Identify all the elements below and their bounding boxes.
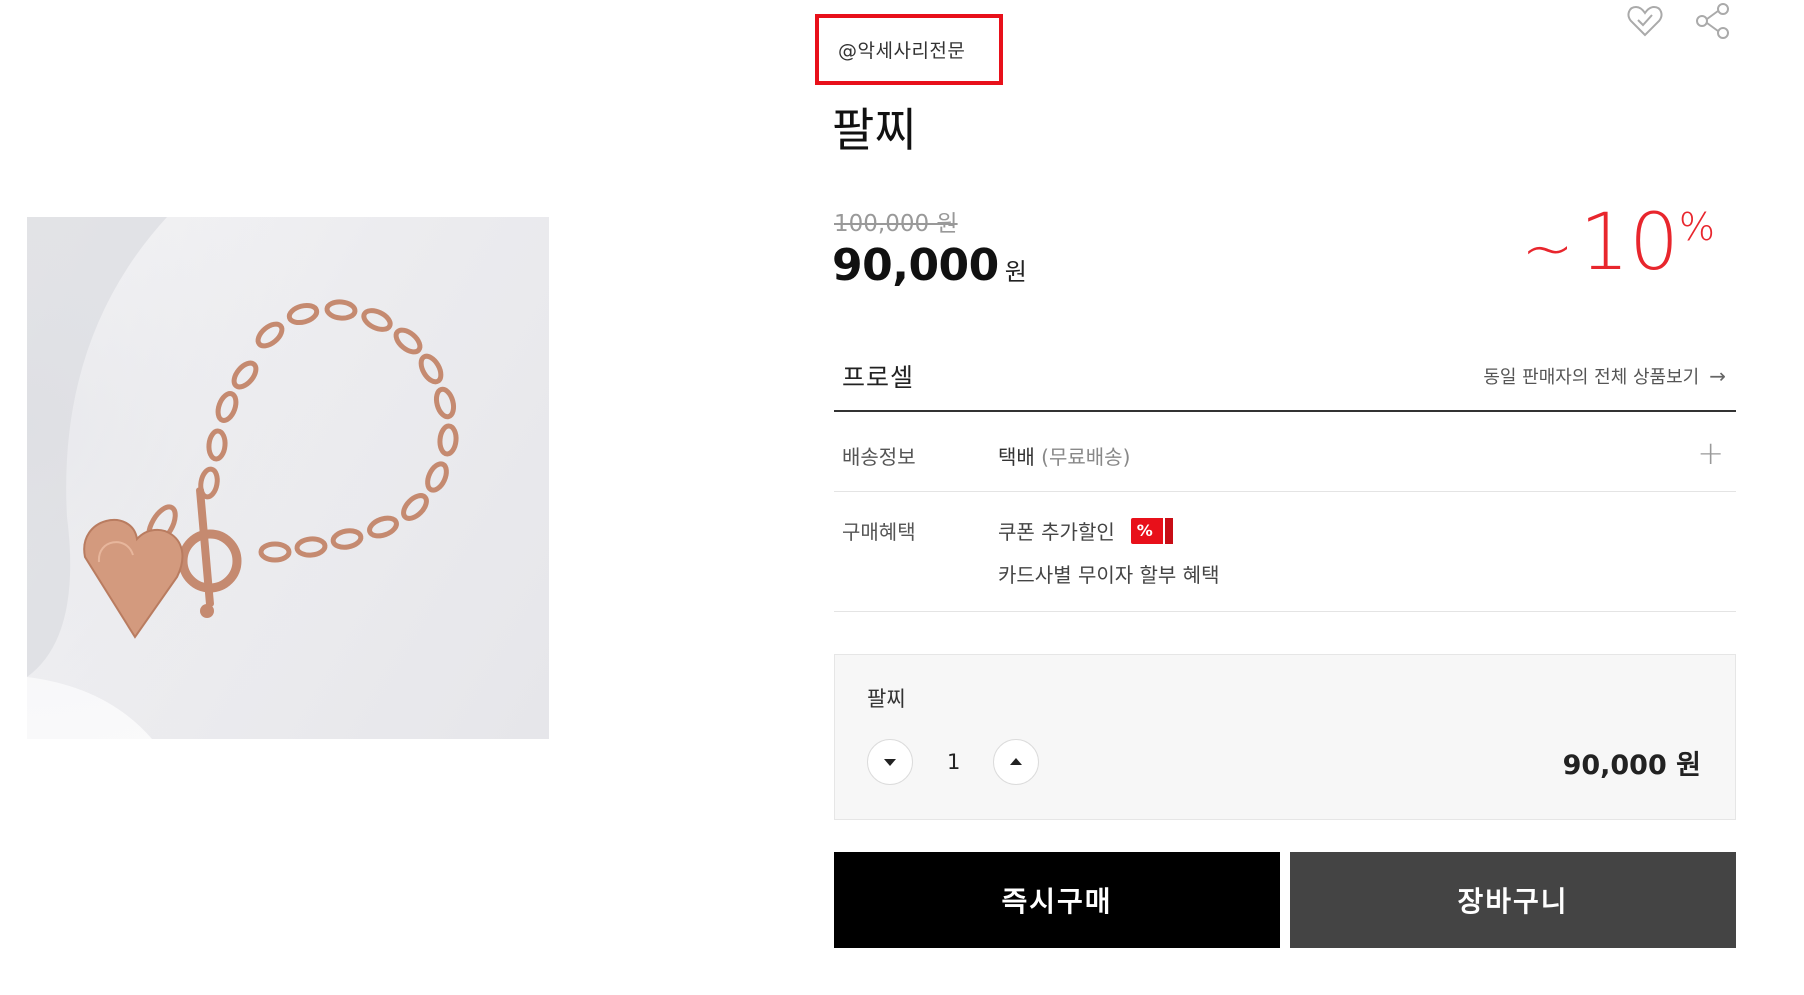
delivery-info-row: 배송정보 택배 (무료배송) + xyxy=(834,412,1736,492)
discount-tilde: ~ xyxy=(1521,212,1574,285)
coupon-badge[interactable]: % xyxy=(1130,517,1173,544)
heart-check-icon[interactable] xyxy=(1624,0,1666,42)
buy-now-button[interactable]: 즉시구매 xyxy=(834,852,1280,948)
seller-tag[interactable]: @악세사리전문 xyxy=(815,14,1003,85)
purchase-benefit-row: 구매혜택 쿠폰 추가할인 % 카드사별 무이자 할부 혜택 xyxy=(834,492,1736,612)
option-name: 팔찌 xyxy=(867,687,906,711)
delivery-method: 택배 xyxy=(998,445,1035,469)
quantity-stepper: 1 xyxy=(867,739,1039,785)
coupon-percent-icon: % xyxy=(1136,521,1153,540)
delivery-value: 택배 (무료배송) xyxy=(998,441,1130,470)
product-title: 팔찌 xyxy=(832,103,917,157)
delivery-detail: (무료배송) xyxy=(1041,445,1131,469)
quantity-decrease-button[interactable] xyxy=(867,739,913,785)
quantity-value[interactable]: 1 xyxy=(947,750,960,774)
discount-rate: ~ 10 % xyxy=(1522,204,1715,282)
brand-row: 프로셀 동일 판매자의 전체 상품보기 → xyxy=(834,352,1736,412)
brand-name[interactable]: 프로셀 xyxy=(842,358,914,394)
product-image xyxy=(27,217,549,739)
sale-price-unit: 원 xyxy=(1004,258,1027,286)
share-icon[interactable] xyxy=(1692,0,1734,42)
caret-up-icon xyxy=(1010,758,1022,765)
selected-option-box: 팔찌 1 90,000 원 xyxy=(834,654,1736,820)
sale-price-value: 90,000 xyxy=(832,240,999,291)
see-all-label: 동일 판매자의 전체 상품보기 xyxy=(1483,367,1700,388)
coupon-stub xyxy=(1162,517,1173,544)
option-price: 90,000 원 xyxy=(1562,750,1701,781)
delivery-label: 배송정보 xyxy=(842,445,916,469)
add-to-cart-button[interactable]: 장바구니 xyxy=(1290,852,1736,948)
original-price: 100,000 원 xyxy=(834,211,958,237)
sale-price: 90,000 원 xyxy=(832,240,1027,291)
discount-percent: % xyxy=(1678,205,1715,249)
arrow-right-icon: → xyxy=(1709,364,1726,388)
top-actions xyxy=(1624,0,1734,42)
discount-value: 10 xyxy=(1579,198,1679,288)
benefit-label: 구매혜택 xyxy=(842,520,916,544)
coupon-text: 쿠폰 추가할인 xyxy=(998,520,1115,544)
see-all-seller-products-link[interactable]: 동일 판매자의 전체 상품보기 → xyxy=(1483,363,1726,389)
coupon-benefit: 쿠폰 추가할인 % xyxy=(998,516,1173,545)
plus-icon[interactable]: + xyxy=(1697,434,1724,472)
caret-down-icon xyxy=(884,759,896,766)
quantity-increase-button[interactable] xyxy=(993,739,1039,785)
bracelet-image xyxy=(27,217,549,739)
installment-benefit: 카드사별 무이자 할부 혜택 xyxy=(998,563,1220,587)
